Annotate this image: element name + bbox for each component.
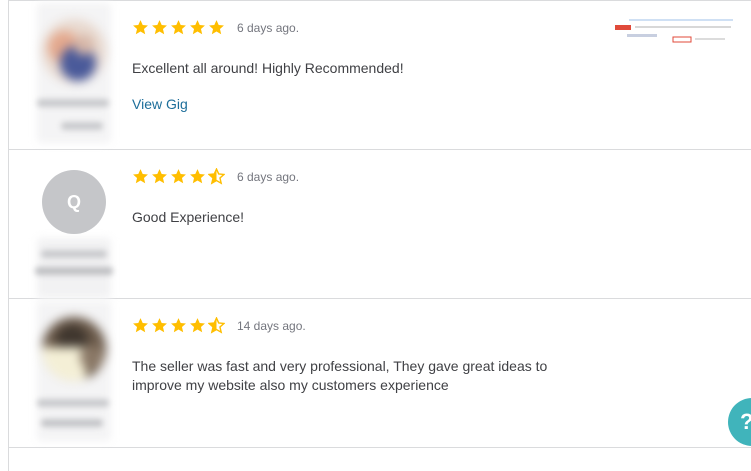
review-text: The seller was fast and very professiona… (132, 358, 548, 393)
reviewer-country (35, 267, 113, 275)
reviewer-info: Q (33, 150, 115, 298)
star-icon (190, 169, 205, 184)
avatar[interactable] (42, 19, 106, 83)
star-icon (171, 20, 186, 35)
star-icon (133, 318, 148, 333)
rating-stars: 6 days ago. (132, 168, 299, 185)
rating-stars: 6 days ago. (132, 19, 299, 36)
reviewer-info (33, 1, 115, 149)
reviewer-name[interactable] (37, 99, 109, 107)
star-icon (190, 318, 205, 333)
avatar[interactable] (42, 317, 106, 381)
avatar[interactable]: Q (42, 170, 106, 234)
star-icon (133, 20, 148, 35)
reviewer-info (33, 299, 115, 447)
star-icon (171, 318, 186, 333)
star-icon (209, 20, 224, 35)
star-icon (152, 20, 167, 35)
reviewer-country (41, 419, 103, 427)
review-item: Q 6 days ago. Good Experience! (8, 150, 751, 299)
star-half-icon (208, 168, 225, 185)
review-item: 6 days ago. Excellent all around! Highly… (8, 1, 751, 150)
reviewer-name[interactable] (37, 399, 109, 407)
review-text: Excellent all around! Highly Recommended… (132, 60, 404, 76)
star-icon (152, 169, 167, 184)
review-date: 6 days ago. (237, 169, 300, 184)
review-text: Good Experience! (132, 209, 245, 225)
star-icon (171, 169, 186, 184)
reviewer-country (61, 122, 103, 130)
star-icon (152, 318, 167, 333)
reviewer-name[interactable] (41, 250, 107, 258)
view-gig-link[interactable]: View Gig (132, 96, 188, 112)
review-date: 6 days ago. (237, 20, 300, 35)
rating-stars: 14 days ago. (132, 317, 306, 334)
star-icon (133, 169, 148, 184)
star-half-icon (208, 317, 225, 334)
gig-thumbnail[interactable] (615, 17, 733, 49)
review-item: 14 days ago. The seller was fast and ver… (8, 299, 751, 448)
help-glyph: ? (740, 409, 751, 435)
star-icon (190, 20, 205, 35)
review-date: 14 days ago. (237, 318, 306, 333)
